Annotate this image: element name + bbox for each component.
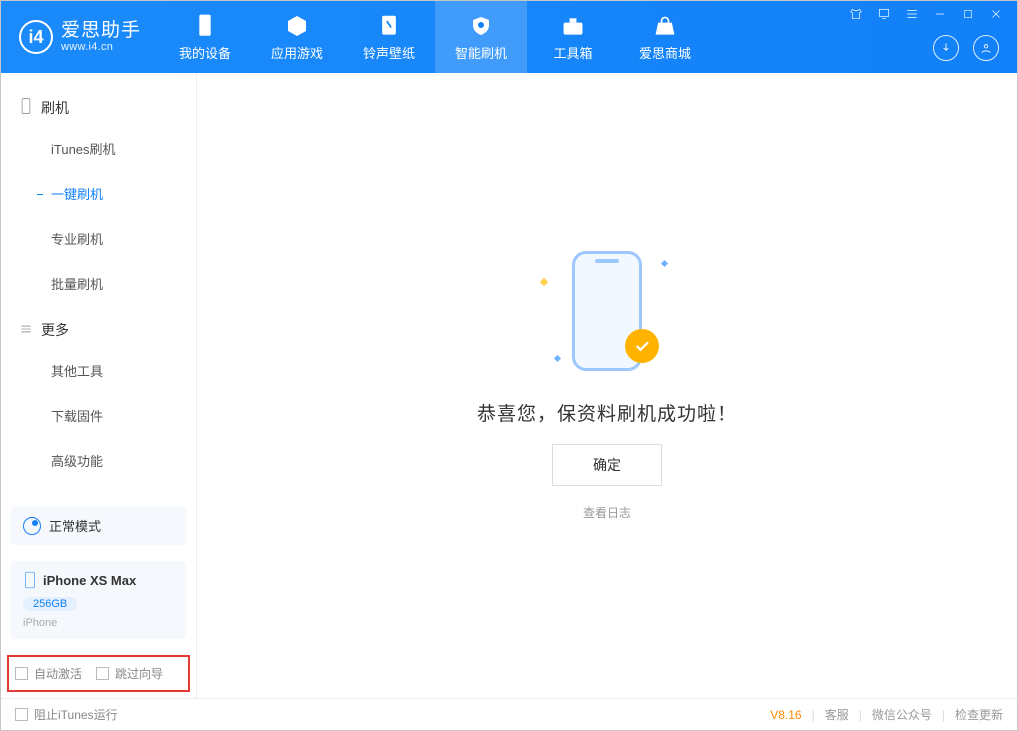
app-logo: i4 爱思助手 www.i4.cn — [1, 20, 155, 54]
nav-tab-label: 我的设备 — [179, 43, 231, 62]
nav-tabs: 我的设备 应用游戏 铃声壁纸 智能刷机 工具箱 爱思商城 — [159, 1, 711, 73]
nav-tab-label: 铃声壁纸 — [363, 43, 415, 62]
sidebar-group-head: 刷机 — [1, 83, 196, 126]
sidebar-item[interactable]: 批量刷机 — [1, 261, 196, 306]
nav-tab-2[interactable]: 铃声壁纸 — [343, 1, 435, 73]
option-checkbox[interactable]: 自动激活 — [15, 665, 82, 682]
minimize-button[interactable] — [931, 5, 949, 23]
feedback-icon[interactable] — [875, 5, 893, 23]
nav-tab-icon — [192, 13, 218, 39]
device-card[interactable]: iPhone XS Max 256GB iPhone — [11, 561, 186, 639]
nav-tab-label: 爱思商城 — [639, 43, 691, 62]
account-button[interactable] — [973, 35, 999, 61]
nav-tab-label: 智能刷机 — [455, 43, 507, 62]
sidebar-group-head: 更多 — [1, 306, 196, 348]
statusbar-link[interactable]: 微信公众号 — [872, 706, 932, 723]
success-message: 恭喜您，保资料刷机成功啦！ — [477, 399, 737, 426]
nav-tab-label: 应用游戏 — [271, 43, 323, 62]
device-icon — [23, 571, 37, 589]
nav-tab-label: 工具箱 — [554, 43, 593, 62]
check-icon — [625, 329, 659, 363]
nav-tab-icon — [376, 13, 402, 39]
device-storage-badge: 256GB — [23, 597, 77, 611]
app-name: 爱思助手 — [61, 21, 141, 42]
nav-tab-icon — [284, 13, 310, 39]
sidebar-item[interactable]: 专业刷机 — [1, 216, 196, 261]
sparkle-icon — [540, 277, 548, 285]
mode-label: 正常模式 — [49, 516, 101, 535]
mode-card[interactable]: 正常模式 — [11, 506, 186, 545]
downloads-button[interactable] — [933, 35, 959, 61]
success-illustration — [537, 251, 677, 381]
app-window: i4 爱思助手 www.i4.cn 我的设备 应用游戏 铃声壁纸 智能刷机 工具箱 爱思商… — [0, 0, 1018, 731]
logo-icon: i4 — [19, 20, 53, 54]
statusbar-link[interactable]: 检查更新 — [955, 706, 1003, 723]
sidebar-item[interactable]: 其他工具 — [1, 348, 196, 393]
device-name: iPhone XS Max — [43, 573, 136, 588]
option-checkbox[interactable]: 跳过向导 — [96, 665, 163, 682]
statusbar: 阻止iTunes运行 V8.16 |客服|微信公众号|检查更新 — [1, 698, 1017, 730]
confirm-button[interactable]: 确定 — [552, 444, 662, 486]
sidebar-item[interactable]: 高级功能 — [1, 438, 196, 483]
sparkle-icon — [554, 354, 561, 361]
nav-tab-3[interactable]: 智能刷机 — [435, 1, 527, 73]
app-url: www.i4.cn — [61, 41, 141, 53]
nav-tab-1[interactable]: 应用游戏 — [251, 1, 343, 73]
nav-tab-icon — [560, 13, 586, 39]
sidebar-item[interactable]: 一键刷机 — [1, 171, 196, 216]
device-outline-icon — [19, 97, 33, 118]
version-label: V8.16 — [770, 708, 801, 722]
close-button[interactable] — [987, 5, 1005, 23]
block-itunes-checkbox[interactable]: 阻止iTunes运行 — [15, 706, 118, 723]
window-controls — [847, 5, 1009, 23]
device-type: iPhone — [23, 617, 174, 629]
statusbar-link[interactable]: 客服 — [825, 706, 849, 723]
main-pane: 恭喜您，保资料刷机成功啦！ 确定 查看日志 — [197, 73, 1017, 698]
sidebar-item[interactable]: iTunes刷机 — [1, 126, 196, 171]
sparkle-icon — [661, 259, 668, 266]
list-icon — [19, 322, 33, 339]
maximize-button[interactable] — [959, 5, 977, 23]
nav-tab-icon — [652, 13, 678, 39]
nav-tab-5[interactable]: 爱思商城 — [619, 1, 711, 73]
nav-tab-0[interactable]: 我的设备 — [159, 1, 251, 73]
nav-tab-4[interactable]: 工具箱 — [527, 1, 619, 73]
titlebar: i4 爱思助手 www.i4.cn 我的设备 应用游戏 铃声壁纸 智能刷机 工具箱 爱思商… — [1, 1, 1017, 73]
view-log-link[interactable]: 查看日志 — [583, 504, 631, 521]
sidebar-options-highlight: 自动激活跳过向导 — [7, 655, 190, 692]
mode-icon — [23, 517, 41, 535]
sidebar-item[interactable]: 下载固件 — [1, 393, 196, 438]
menu-icon[interactable] — [903, 5, 921, 23]
nav-tab-icon — [468, 13, 494, 39]
sidebar: 刷机iTunes刷机一键刷机专业刷机批量刷机更多其他工具下载固件高级功能 正常模… — [1, 73, 197, 698]
skin-icon[interactable] — [847, 5, 865, 23]
